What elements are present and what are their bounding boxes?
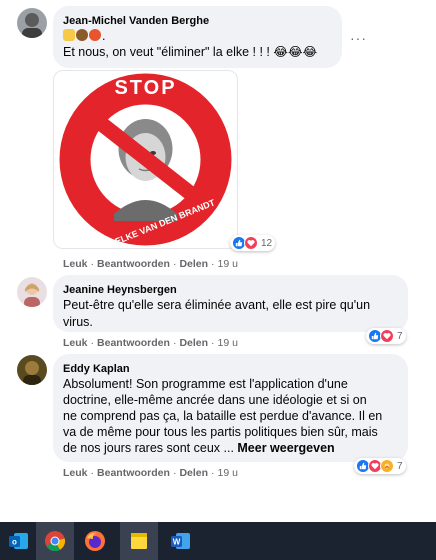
like-link[interactable]: Leuk — [63, 258, 88, 270]
chrome-icon[interactable] — [36, 522, 74, 560]
avatar[interactable] — [17, 355, 47, 385]
timestamp[interactable]: 19 u — [218, 337, 238, 349]
reply-link[interactable]: Beantwoorden — [97, 258, 170, 270]
like-link[interactable]: Leuk — [63, 467, 88, 479]
comment-bubble: Jeanine Heynsbergen Peut-être qu'elle se… — [53, 275, 408, 332]
timestamp[interactable]: 19 u — [218, 467, 238, 479]
share-link[interactable]: Delen — [179, 258, 208, 270]
outlook-icon[interactable]: o — [0, 522, 38, 560]
more-options-icon[interactable]: ··· — [350, 30, 367, 46]
comment-emoji-line: 👎💩😡. . — [63, 28, 105, 45]
comment-text: Peut-être qu'elle sera éliminée avant, e… — [63, 298, 371, 312]
svg-text:W: W — [173, 538, 181, 547]
share-link[interactable]: Delen — [179, 337, 208, 349]
taskbar: o W — [0, 522, 436, 560]
care-icon — [380, 459, 394, 473]
comment-author[interactable]: Eddy Kaplan — [63, 362, 130, 376]
reply-link[interactable]: Beantwoorden — [97, 467, 170, 479]
comment-author[interactable]: Jean-Michel Vanden Berghe — [63, 14, 209, 28]
reaction-count: 12 — [261, 237, 273, 249]
comment-text: ne comprend pas ça, la bataille est perd… — [63, 409, 383, 423]
comment-text: de nos jours rares sont ceux ... Meer we… — [63, 440, 335, 457]
comment-actions: Leuk · Beantwoorden · Delen · 19 u — [63, 337, 238, 349]
comment-bubble: Jean-Michel Vanden Berghe 👎💩😡. . Et nous… — [53, 6, 342, 68]
reply-link[interactable]: Beantwoorden — [97, 337, 170, 349]
comments-feed: Jean-Michel Vanden Berghe 👎💩😡. . Et nous… — [0, 0, 436, 522]
word-icon[interactable]: W — [162, 522, 200, 560]
poop-icon — [76, 29, 88, 41]
reaction-count: 7 — [397, 460, 403, 472]
comment-author[interactable]: Jeanine Heynsbergen — [63, 283, 177, 297]
love-icon — [380, 329, 394, 343]
avatar[interactable] — [17, 8, 47, 38]
comment-text: Et nous, on veut "éliminer" la elke ! ! … — [63, 45, 318, 59]
image-top-text: STOP — [114, 77, 177, 99]
comment-actions: Leuk · Beantwoorden · Delen · 19 u — [63, 467, 238, 479]
share-link[interactable]: Delen — [179, 467, 208, 479]
comment-actions: Leuk · Beantwoorden · Delen · 19 u — [63, 258, 238, 270]
sticky-notes-icon[interactable] — [120, 522, 158, 560]
reaction-summary[interactable]: 7 — [366, 328, 406, 344]
angry-face-icon — [89, 29, 101, 41]
reaction-count: 7 — [397, 330, 403, 342]
comment-text: Absolument! Son programme est l'applicat… — [63, 377, 348, 391]
comment-bubble: Eddy Kaplan Absolument! Son programme es… — [53, 354, 408, 462]
comment-image[interactable]: STOP ELKE VAN DEN BRANDT — [53, 70, 238, 249]
like-link[interactable]: Leuk — [63, 337, 88, 349]
reaction-summary[interactable]: 7 — [354, 458, 406, 474]
love-icon — [244, 236, 258, 250]
see-more-link[interactable]: Meer weergeven — [237, 441, 334, 455]
comment-text-last: de nos jours rares sont ceux ... — [63, 441, 238, 455]
timestamp[interactable]: 19 u — [218, 258, 238, 270]
svg-text:o: o — [12, 538, 17, 547]
thumbs-down-icon — [63, 29, 75, 41]
firefox-icon[interactable] — [76, 522, 114, 560]
comment-text: doctrine, elle-même ancrée dans une idéo… — [63, 393, 367, 407]
reaction-summary[interactable]: 12 — [230, 235, 276, 251]
comment-text: va de même pour tous les partis politiqu… — [63, 425, 378, 439]
avatar[interactable] — [17, 277, 47, 307]
comment-text: virus. — [63, 315, 93, 329]
